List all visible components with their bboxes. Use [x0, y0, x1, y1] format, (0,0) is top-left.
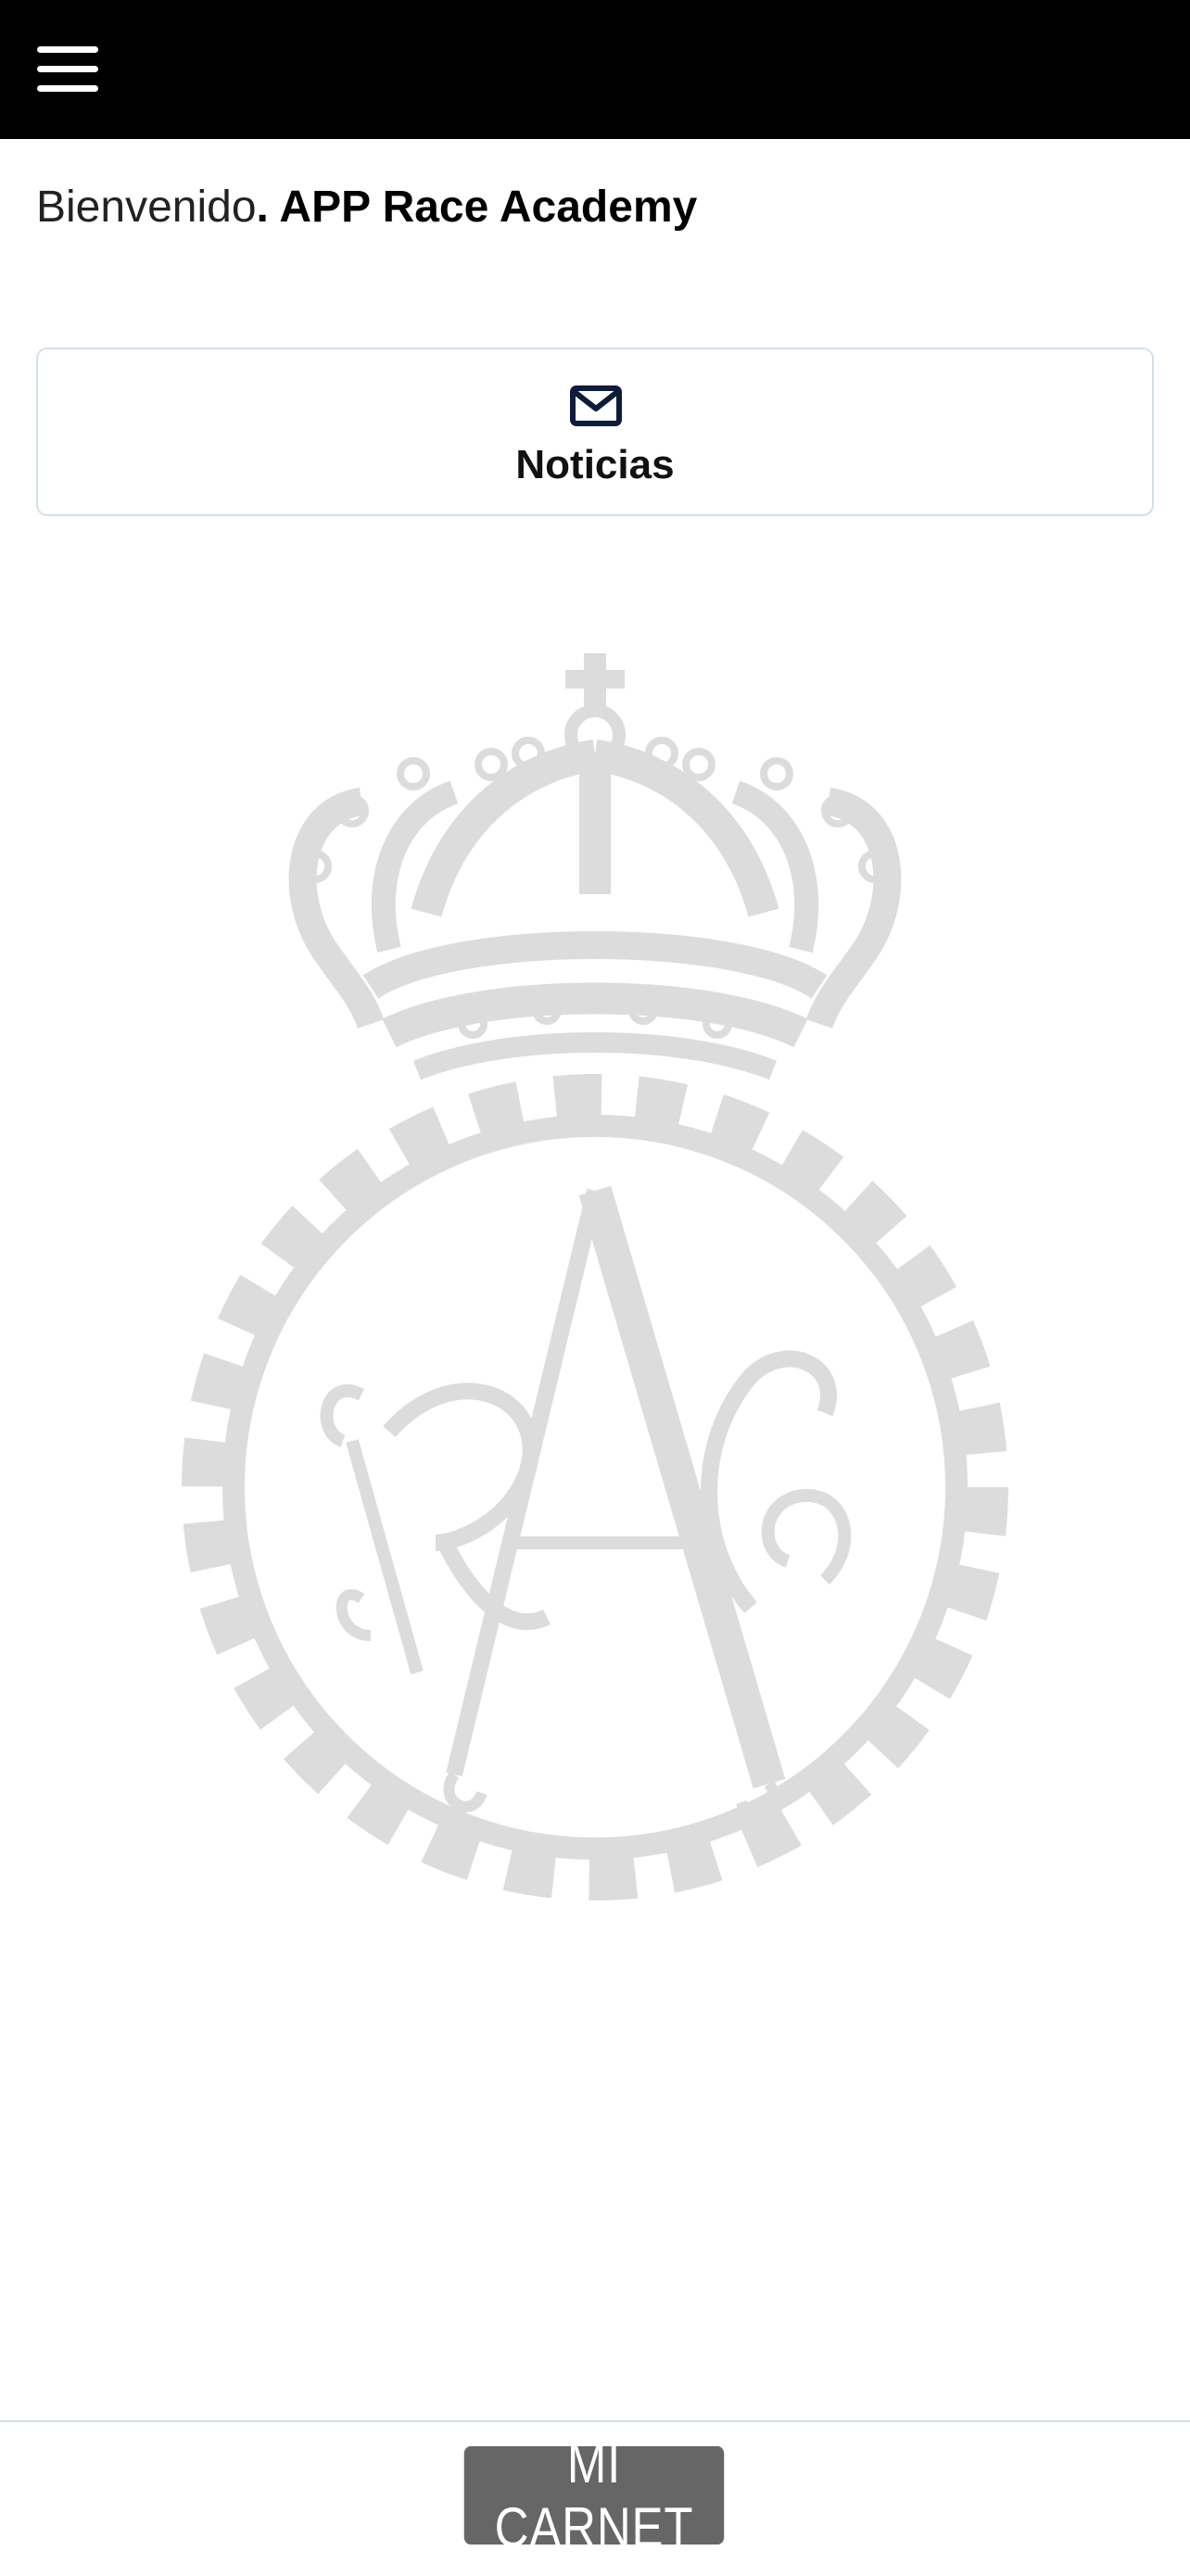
welcome-app-name: . APP Race Academy [256, 183, 698, 232]
mi-carnet-button[interactable]: MI CARNET [463, 2432, 725, 2558]
top-bar [0, 0, 1190, 139]
mail-icon [570, 385, 622, 426]
bottom-bar: MI CARNET [0, 2420, 1190, 2576]
welcome-message: Bienvenido. APP Race Academy [36, 182, 697, 233]
news-button[interactable]: Noticias [36, 347, 1154, 516]
news-label: Noticias [515, 442, 675, 487]
welcome-greeting: Bienvenido [36, 183, 257, 232]
hamburger-menu-icon[interactable] [37, 44, 98, 93]
race-crown-emblem [182, 653, 1008, 1900]
